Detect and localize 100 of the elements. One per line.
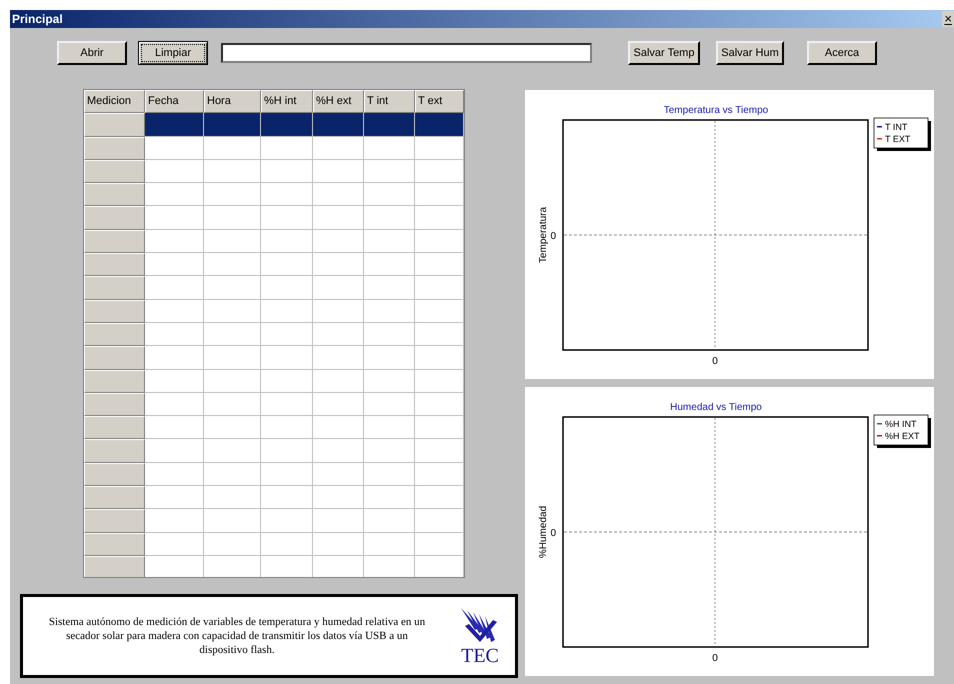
table-cell[interactable]: [204, 462, 261, 486]
table-cell[interactable]: [145, 230, 204, 254]
table-cell[interactable]: [415, 439, 464, 463]
row-header[interactable]: [84, 322, 145, 346]
table-cell[interactable]: [261, 136, 313, 160]
close-button[interactable]: ×: [942, 11, 954, 27]
table-cell[interactable]: [204, 486, 261, 510]
row-header[interactable]: [84, 160, 145, 184]
table-cell[interactable]: [313, 532, 364, 556]
table-cell[interactable]: [313, 462, 364, 486]
row-header[interactable]: [84, 300, 145, 323]
table-cell[interactable]: [364, 276, 415, 300]
path-field[interactable]: [221, 43, 592, 63]
table-cell[interactable]: [313, 253, 364, 276]
table-cell[interactable]: [415, 276, 464, 300]
row-header[interactable]: [84, 532, 145, 556]
table-cell[interactable]: [145, 532, 204, 556]
table-cell[interactable]: [415, 486, 464, 510]
table-cell[interactable]: [415, 556, 464, 577]
table-cell[interactable]: [364, 136, 415, 160]
table-cell[interactable]: [145, 136, 204, 160]
column-header[interactable]: %H ext: [313, 90, 364, 114]
table-cell[interactable]: [204, 509, 261, 533]
table-cell[interactable]: [364, 370, 415, 393]
table-cell[interactable]: [261, 556, 313, 577]
row-header[interactable]: [84, 509, 145, 533]
table-cell[interactable]: [364, 206, 415, 230]
table-cell[interactable]: [415, 206, 464, 230]
table-cell[interactable]: [204, 532, 261, 556]
row-header[interactable]: [84, 206, 145, 230]
table-cell[interactable]: [415, 370, 464, 393]
table-cell[interactable]: [364, 486, 415, 510]
table-cell[interactable]: [145, 113, 204, 137]
table-cell[interactable]: [261, 230, 313, 254]
table-cell[interactable]: [261, 160, 313, 184]
table-cell[interactable]: [364, 416, 415, 440]
table-cell[interactable]: [364, 462, 415, 486]
table-cell[interactable]: [145, 462, 204, 486]
table-cell[interactable]: [364, 439, 415, 463]
table-cell[interactable]: [364, 253, 415, 276]
table-cell[interactable]: [313, 136, 364, 160]
table-cell[interactable]: [204, 322, 261, 346]
table-cell[interactable]: [313, 556, 364, 577]
table-cell[interactable]: [364, 300, 415, 323]
toolbar-button[interactable]: Salvar Temp: [628, 41, 700, 65]
table-cell[interactable]: [204, 253, 261, 276]
table-cell[interactable]: [204, 346, 261, 370]
row-header[interactable]: [84, 392, 145, 416]
table-cell[interactable]: [261, 113, 313, 137]
toolbar-button[interactable]: Acerca: [807, 41, 877, 65]
table-cell[interactable]: [261, 509, 313, 533]
table-cell[interactable]: [415, 113, 464, 137]
table-cell[interactable]: [313, 276, 364, 300]
table-cell[interactable]: [261, 322, 313, 346]
table-cell[interactable]: [204, 230, 261, 254]
row-header[interactable]: [84, 486, 145, 510]
table-cell[interactable]: [145, 439, 204, 463]
table-cell[interactable]: [204, 556, 261, 577]
table-cell[interactable]: [415, 183, 464, 206]
table-cell[interactable]: [313, 113, 364, 137]
row-header[interactable]: [84, 253, 145, 276]
row-header[interactable]: [84, 230, 145, 254]
table-cell[interactable]: [313, 206, 364, 230]
row-header[interactable]: [84, 276, 145, 300]
row-header[interactable]: [84, 370, 145, 393]
table-cell[interactable]: [261, 183, 313, 206]
table-cell[interactable]: [261, 346, 313, 370]
toolbar-button[interactable]: Salvar Hum: [716, 41, 784, 65]
table-cell[interactable]: [415, 160, 464, 184]
column-header[interactable]: T ext: [415, 90, 464, 114]
table-cell[interactable]: [364, 556, 415, 577]
column-header[interactable]: Hora: [204, 90, 261, 114]
table-cell[interactable]: [145, 206, 204, 230]
table-cell[interactable]: [364, 183, 415, 206]
table-cell[interactable]: [145, 346, 204, 370]
table-cell[interactable]: [313, 392, 364, 416]
table-cell[interactable]: [204, 439, 261, 463]
table-cell[interactable]: [261, 206, 313, 230]
table-cell[interactable]: [313, 160, 364, 184]
table-cell[interactable]: [313, 439, 364, 463]
table-cell[interactable]: [313, 300, 364, 323]
table-cell[interactable]: [415, 300, 464, 323]
table-cell[interactable]: [145, 509, 204, 533]
table-cell[interactable]: [204, 392, 261, 416]
table-cell[interactable]: [204, 276, 261, 300]
table-cell[interactable]: [204, 160, 261, 184]
table-cell[interactable]: [313, 322, 364, 346]
table-cell[interactable]: [261, 486, 313, 510]
table-cell[interactable]: [415, 392, 464, 416]
column-header[interactable]: Fecha: [145, 90, 204, 114]
table-cell[interactable]: [415, 322, 464, 346]
table-cell[interactable]: [313, 230, 364, 254]
table-cell[interactable]: [261, 253, 313, 276]
table-cell[interactable]: [145, 160, 204, 184]
row-header[interactable]: [84, 439, 145, 463]
table-cell[interactable]: [261, 300, 313, 323]
toolbar-button[interactable]: Abrir: [57, 41, 127, 65]
table-cell[interactable]: [261, 276, 313, 300]
table-cell[interactable]: [145, 486, 204, 510]
table-cell[interactable]: [145, 300, 204, 323]
